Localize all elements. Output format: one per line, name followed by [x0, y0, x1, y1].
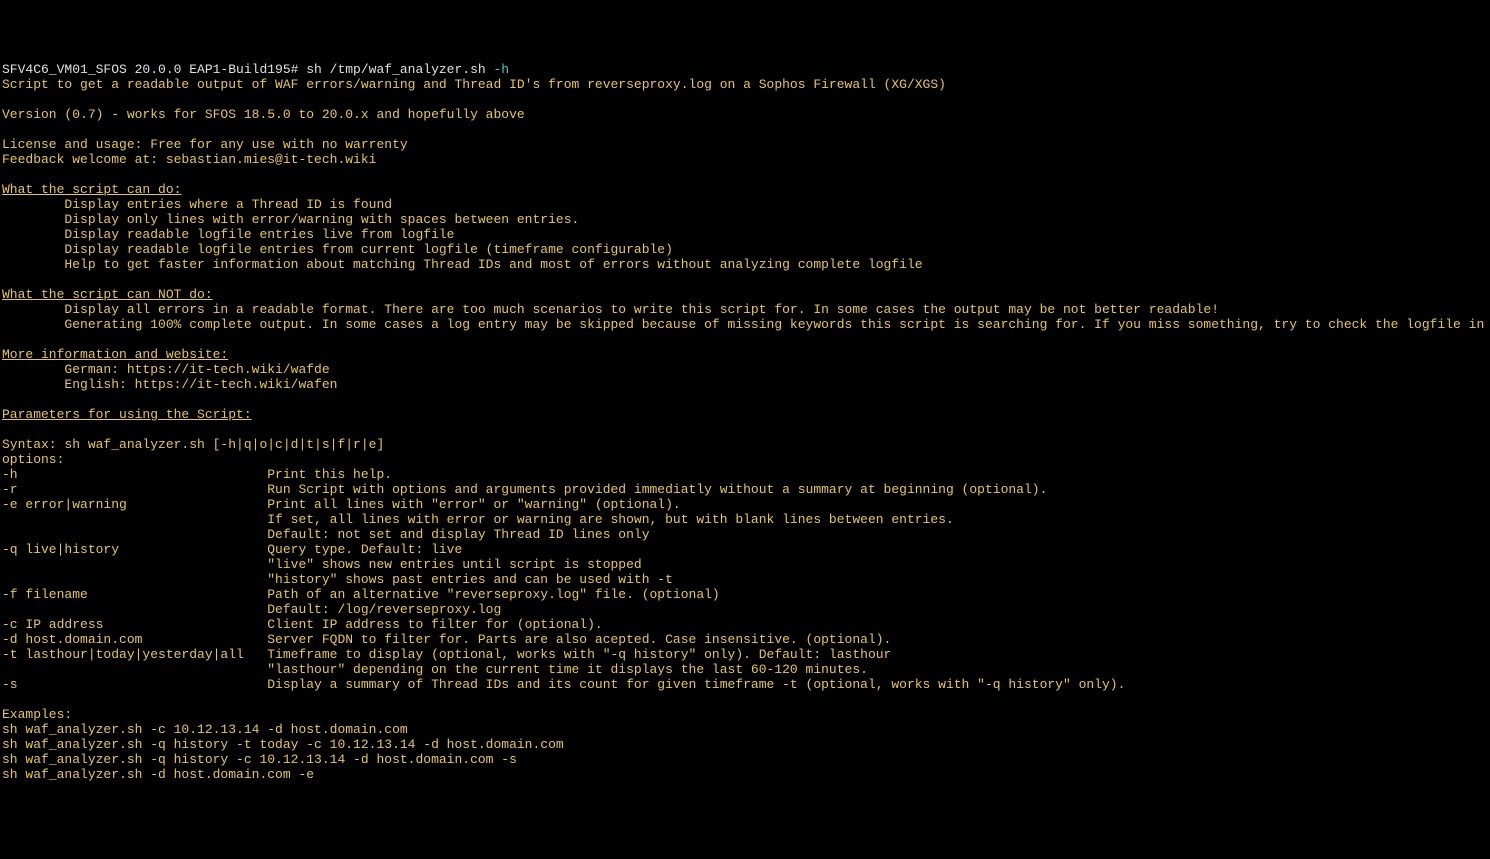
option-line: "history" shows past entries and can be …	[2, 572, 673, 587]
terminal-window[interactable]: SFV4C6_VM01_SFOS 20.0.0 EAP1-Build195# s…	[2, 62, 1488, 782]
example-line: sh waf_analyzer.sh -q history -t today -…	[2, 737, 564, 752]
output-line: Help to get faster information about mat…	[2, 257, 923, 272]
output-line: Display entries where a Thread ID is fou…	[2, 197, 392, 212]
output-line: Version (0.7) - works for SFOS 18.5.0 to…	[2, 107, 525, 122]
command-flag: -h	[493, 62, 509, 77]
option-line: -t lasthour|today|yesterday|all Timefram…	[2, 647, 891, 662]
output-line: Script to get a readable output of WAF e…	[2, 77, 946, 92]
option-line: -h Print this help.	[2, 467, 392, 482]
option-line: Default: not set and display Thread ID l…	[2, 527, 650, 542]
option-line: "live" shows new entries until script is…	[2, 557, 642, 572]
output-line: Feedback welcome at: sebastian.mies@it-t…	[2, 152, 376, 167]
option-line: If set, all lines with error or warning …	[2, 512, 954, 527]
option-line: -s Display a summary of Thread IDs and i…	[2, 677, 1125, 692]
example-line: sh waf_analyzer.sh -d host.domain.com -e	[2, 767, 314, 782]
output-line: Examples:	[2, 707, 72, 722]
output-line: Display readable logfile entries live fr…	[2, 227, 454, 242]
option-line: -f filename Path of an alternative "reve…	[2, 587, 720, 602]
output-line: Display only lines with error/warning wi…	[2, 212, 579, 227]
shell-prompt: SFV4C6_VM01_SFOS 20.0.0 EAP1-Build195#	[2, 62, 306, 77]
section-heading: What the script can do:	[2, 182, 181, 197]
option-line: -e error|warning Print all lines with "e…	[2, 497, 681, 512]
option-line: -d host.domain.com Server FQDN to filter…	[2, 632, 891, 647]
section-heading: More information and website:	[2, 347, 228, 362]
output-line: Syntax: sh waf_analyzer.sh [-h|q|o|c|d|t…	[2, 437, 384, 452]
output-line: Display readable logfile entries from cu…	[2, 242, 673, 257]
example-line: sh waf_analyzer.sh -c 10.12.13.14 -d hos…	[2, 722, 408, 737]
option-line: -r Run Script with options and arguments…	[2, 482, 1047, 497]
section-heading: What the script can NOT do:	[2, 287, 213, 302]
option-line: Default: /log/reverseproxy.log	[2, 602, 501, 617]
output-line: Display all errors in a readable format.…	[2, 302, 1219, 317]
example-line: sh waf_analyzer.sh -q history -c 10.12.1…	[2, 752, 517, 767]
output-line: Generating 100% complete output. In some…	[2, 317, 1490, 332]
option-line: -c IP address Client IP address to filte…	[2, 617, 603, 632]
command: sh /tmp/waf_analyzer.sh	[306, 62, 493, 77]
output-line: English: https://it-tech.wiki/wafen	[2, 377, 337, 392]
output-line: License and usage: Free for any use with…	[2, 137, 408, 152]
option-line: -q live|history Query type. Default: liv…	[2, 542, 462, 557]
option-line: "lasthour" depending on the current time…	[2, 662, 868, 677]
section-heading: Parameters for using the Script:	[2, 407, 252, 422]
output-line: options:	[2, 452, 64, 467]
output-line: German: https://it-tech.wiki/wafde	[2, 362, 330, 377]
